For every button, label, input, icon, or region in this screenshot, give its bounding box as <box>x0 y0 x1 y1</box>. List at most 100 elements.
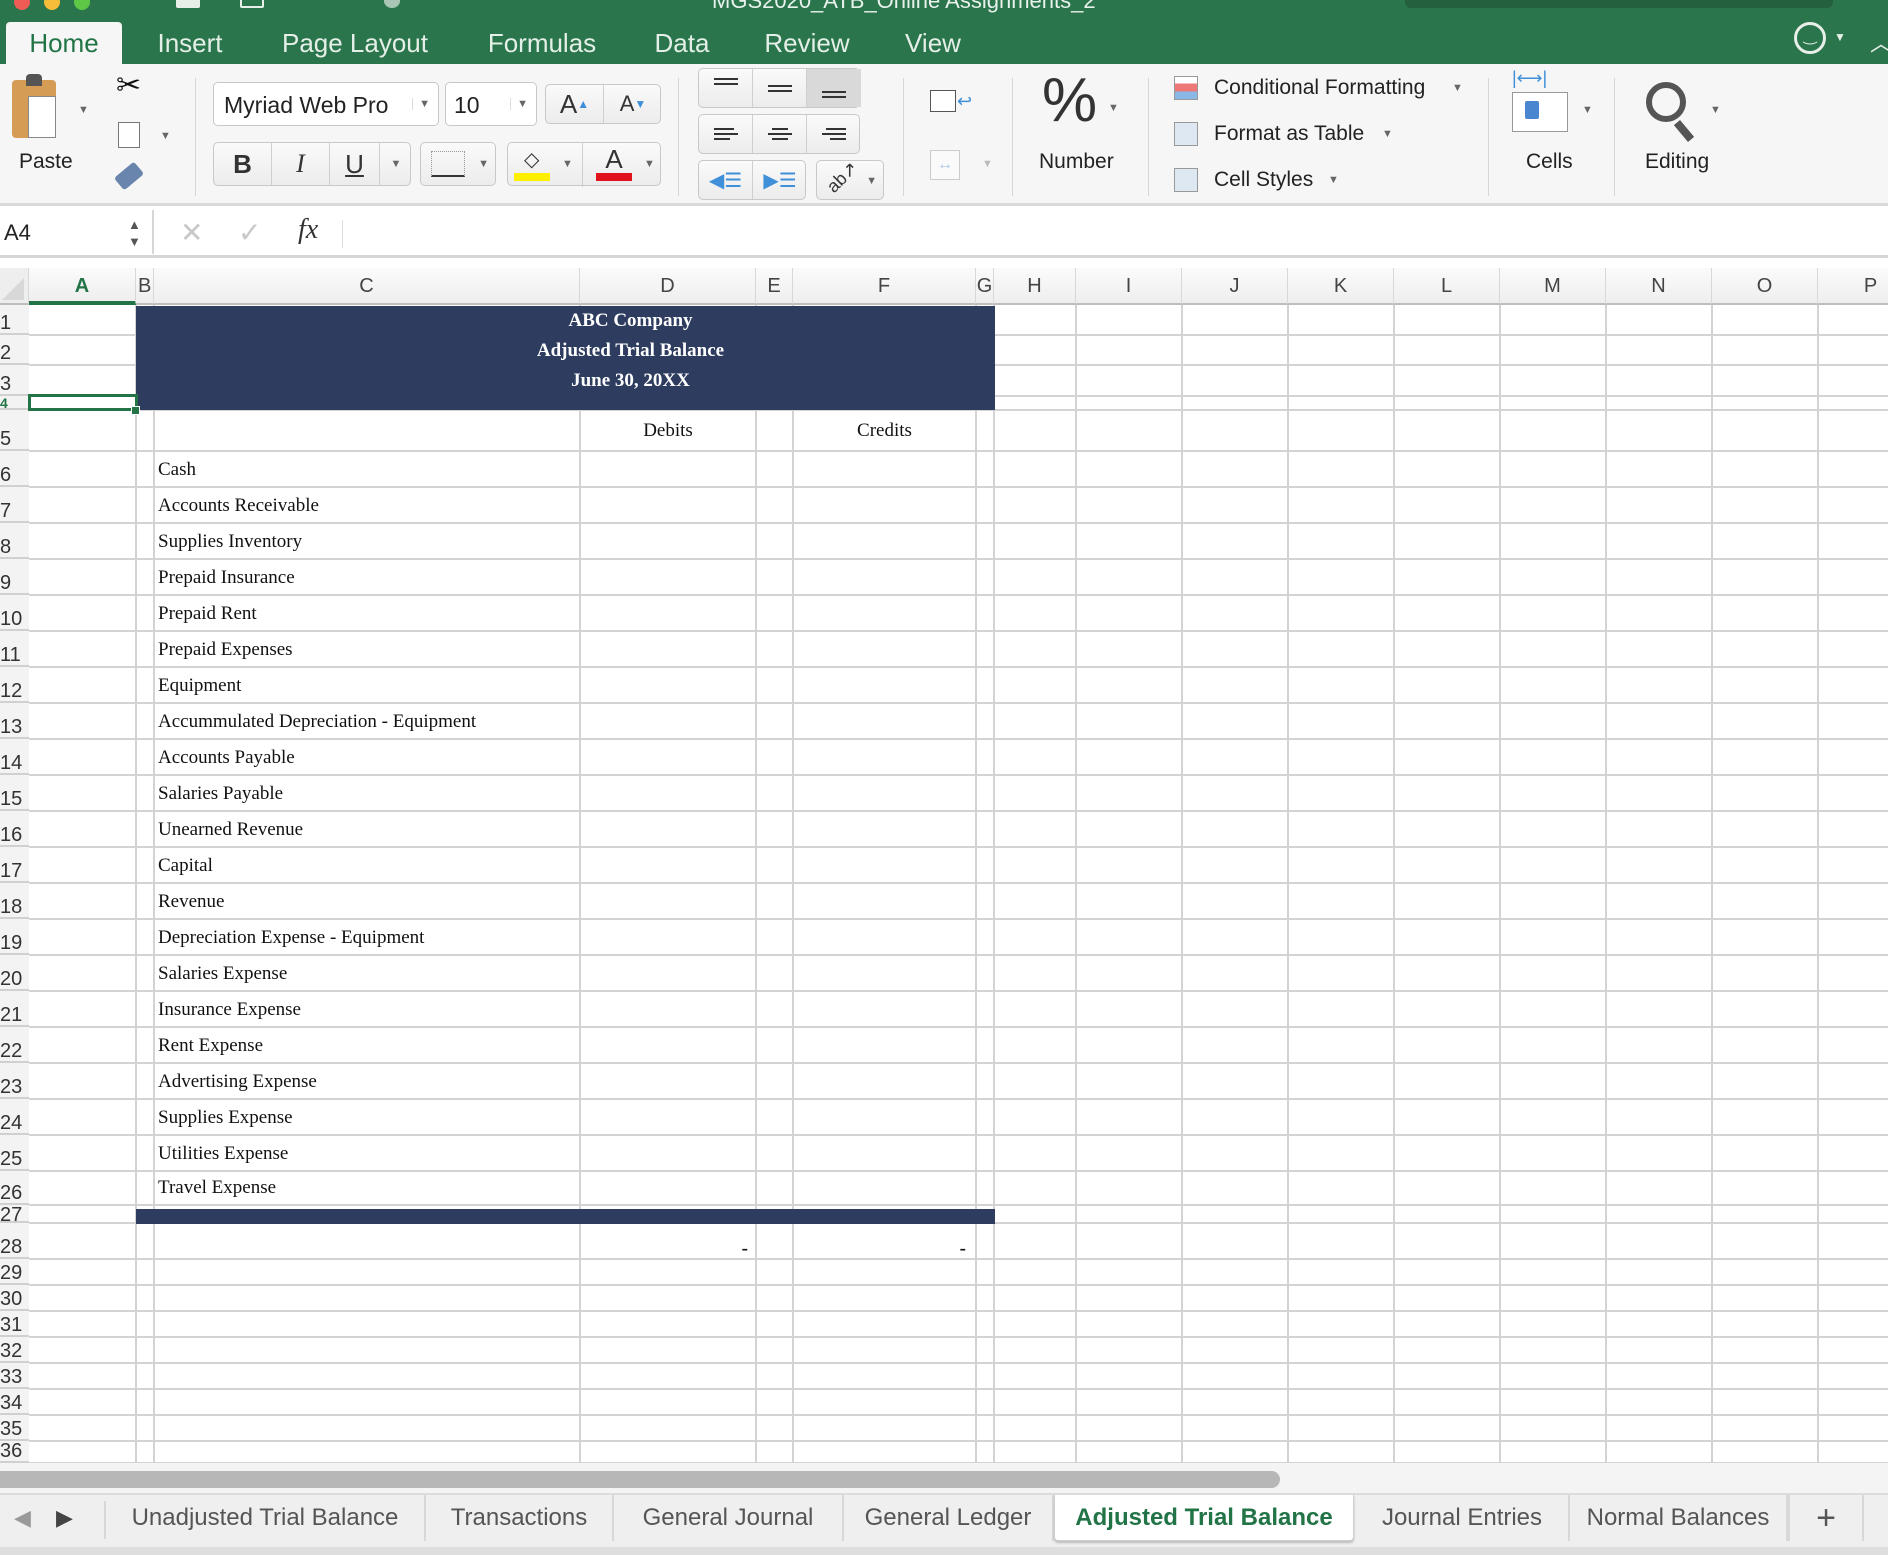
total-debits[interactable]: - <box>580 1238 748 1260</box>
font-color-button[interactable]: A <box>594 145 634 183</box>
italic-button[interactable]: I <box>272 143 330 185</box>
orientation-button[interactable]: ab↗ ▼ <box>816 158 884 200</box>
fill-color-button[interactable]: ◇ <box>514 147 554 183</box>
account-name[interactable]: Travel Expense <box>158 1177 276 1199</box>
merge-dropdown-icon[interactable]: ▼ <box>982 158 993 170</box>
search-sheet-input[interactable] <box>1405 0 1833 8</box>
row-header-1[interactable]: 1 <box>0 305 29 335</box>
row-header-25[interactable]: 25 <box>0 1135 29 1171</box>
row-header-8[interactable]: 8 <box>0 523 29 559</box>
horizontal-scroll-thumb[interactable] <box>0 1471 1280 1488</box>
font-name-select[interactable]: Myriad Web Pro ▼ <box>213 82 439 126</box>
scroll-tabs-left-icon[interactable]: ◀ <box>14 1505 31 1531</box>
feedback-dropdown-icon[interactable]: ▼ <box>1834 30 1846 44</box>
conditional-formatting-dropdown-icon[interactable]: ▼ <box>1452 82 1463 94</box>
row-header-35[interactable]: 35 <box>0 1415 29 1441</box>
ribbon-tab-data[interactable]: Data <box>640 22 724 64</box>
decrease-indent-button[interactable]: ◀☰ <box>699 161 753 199</box>
paste-icon[interactable] <box>12 74 56 138</box>
row-header-33[interactable]: 33 <box>0 1363 29 1389</box>
account-name[interactable]: Utilities Expense <box>158 1143 288 1165</box>
format-as-table-button[interactable]: Format as Table <box>1214 122 1364 146</box>
account-name[interactable]: Prepaid Insurance <box>158 567 295 589</box>
row-header-7[interactable]: 7 <box>0 487 29 523</box>
column-header-g[interactable]: G <box>976 268 994 305</box>
editing-label[interactable]: Editing <box>1645 150 1709 174</box>
sheet-tab-normal-balances[interactable]: Normal Balances <box>1570 1495 1788 1541</box>
row-header-2[interactable]: 2 <box>0 335 29 365</box>
row-header-17[interactable]: 17 <box>0 847 29 883</box>
account-name[interactable]: Salaries Payable <box>158 783 283 805</box>
fill-color-dropdown-icon[interactable]: ▼ <box>562 158 573 170</box>
enter-formula-icon[interactable]: ✓ <box>238 216 261 249</box>
row-header-10[interactable]: 10 <box>0 595 29 631</box>
bold-button[interactable]: B <box>214 143 272 185</box>
cell-styles-dropdown-icon[interactable]: ▼ <box>1328 174 1339 186</box>
editing-dropdown-icon[interactable]: ▼ <box>1710 104 1721 116</box>
column-header-e[interactable]: E <box>756 268 793 305</box>
row-header-29[interactable]: 29 <box>0 1259 29 1285</box>
ribbon-tab-insert[interactable]: Insert <box>140 22 240 64</box>
row-header-20[interactable]: 20 <box>0 955 29 991</box>
align-left-button[interactable] <box>699 115 753 153</box>
row-header-15[interactable]: 15 <box>0 775 29 811</box>
row-header-5[interactable]: 5 <box>0 410 29 451</box>
column-header-f[interactable]: F <box>793 268 976 305</box>
column-header-j[interactable]: J <box>1182 268 1288 305</box>
row-header-12[interactable]: 12 <box>0 667 29 703</box>
row-header-13[interactable]: 13 <box>0 703 29 739</box>
account-name[interactable]: Salaries Expense <box>158 963 287 985</box>
paste-dropdown-icon[interactable]: ▼ <box>78 104 89 116</box>
column-header-p[interactable]: P <box>1818 268 1888 305</box>
format-as-table-dropdown-icon[interactable]: ▼ <box>1382 128 1393 140</box>
ribbon-tab-view[interactable]: View <box>890 22 976 64</box>
grow-font-button[interactable]: A ▲ <box>546 85 604 123</box>
add-sheet-button[interactable]: + <box>1788 1495 1864 1541</box>
sheet-tab-general-journal[interactable]: General Journal <box>614 1495 844 1541</box>
collapse-ribbon-icon[interactable]: ︿ <box>1870 26 1888 58</box>
formula-input[interactable] <box>352 216 1852 248</box>
account-name[interactable]: Revenue <box>158 891 224 913</box>
wrap-text-icon[interactable]: ↩ <box>930 90 972 112</box>
debits-header[interactable]: Debits <box>580 420 756 442</box>
credits-header[interactable]: Credits <box>793 420 976 442</box>
name-box-stepper-icon[interactable]: ▲ ▼ <box>128 216 141 250</box>
row-header-22[interactable]: 22 <box>0 1027 29 1063</box>
account-name[interactable]: Equipment <box>158 675 241 697</box>
account-name[interactable]: Unearned Revenue <box>158 819 303 841</box>
horizontal-scrollbar[interactable] <box>0 1463 1888 1493</box>
feedback-smiley-icon[interactable]: ‿ <box>1794 22 1826 54</box>
align-middle-button[interactable] <box>753 69 807 107</box>
align-center-button[interactable] <box>753 115 807 153</box>
shrink-font-button[interactable]: A ▼ <box>604 85 662 123</box>
row-header-27[interactable]: 27 <box>0 1205 29 1223</box>
redo-icon[interactable] <box>384 0 400 8</box>
row-header-14[interactable]: 14 <box>0 739 29 775</box>
underline-button[interactable]: U <box>330 143 380 185</box>
row-header-26[interactable]: 26 <box>0 1171 29 1205</box>
account-name[interactable]: Advertising Expense <box>158 1071 317 1093</box>
account-name[interactable]: Rent Expense <box>158 1035 263 1057</box>
copy-icon[interactable] <box>118 122 140 148</box>
save-icon[interactable] <box>176 0 200 8</box>
account-name[interactable]: Supplies Expense <box>158 1107 293 1129</box>
row-header-24[interactable]: 24 <box>0 1099 29 1135</box>
account-name[interactable]: Accummulated Depreciation - Equipment <box>158 711 476 733</box>
paste-button[interactable]: Paste <box>19 150 73 174</box>
minimize-window-button[interactable] <box>44 0 60 10</box>
select-all-corner[interactable] <box>0 268 29 305</box>
column-header-a[interactable]: A <box>29 268 136 305</box>
scroll-tabs-right-icon[interactable]: ▶ <box>56 1505 73 1531</box>
align-top-button[interactable] <box>699 69 753 107</box>
row-header-21[interactable]: 21 <box>0 991 29 1027</box>
fill-handle[interactable] <box>131 406 140 415</box>
number-format-icon[interactable]: % <box>1042 70 1097 132</box>
number-label[interactable]: Number <box>1039 150 1114 174</box>
number-dropdown-icon[interactable]: ▼ <box>1108 102 1119 114</box>
format-painter-icon[interactable] <box>113 161 145 191</box>
column-header-n[interactable]: N <box>1606 268 1712 305</box>
zoom-window-button[interactable] <box>74 0 90 10</box>
sheet-tab-general-ledger[interactable]: General Ledger <box>844 1495 1054 1541</box>
account-name[interactable]: Prepaid Rent <box>158 603 257 625</box>
search-magnifier-icon[interactable] <box>1646 82 1686 122</box>
